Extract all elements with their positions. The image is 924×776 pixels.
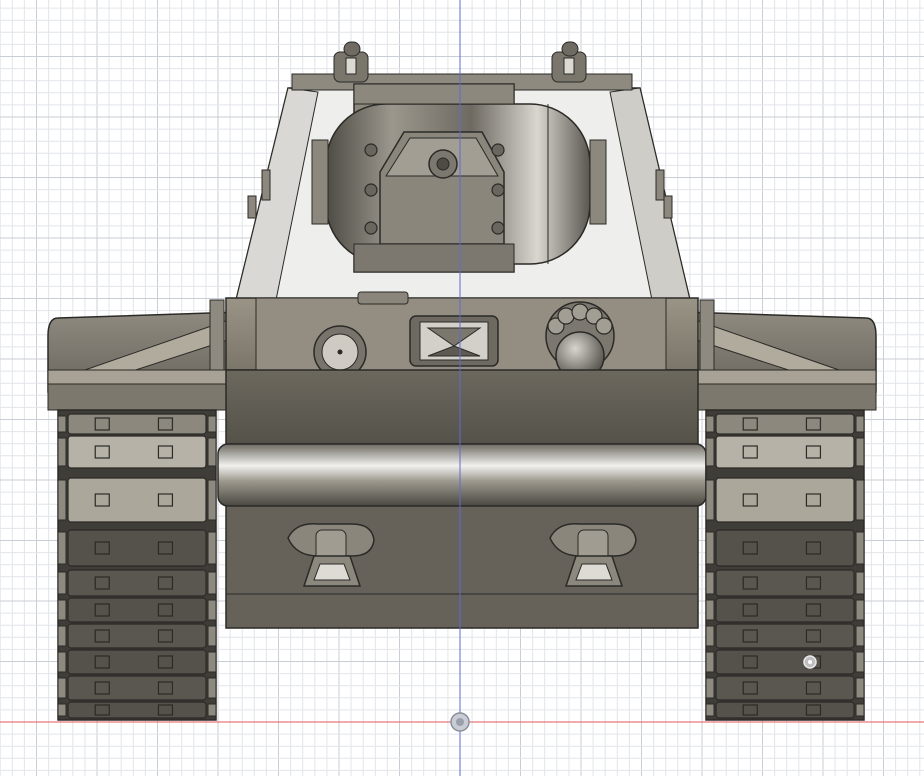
track-link [67, 649, 207, 675]
left-track[interactable] [57, 409, 217, 721]
track-link [715, 529, 855, 567]
pivot-point-icon[interactable] [803, 655, 817, 669]
left-fender[interactable] [47, 299, 245, 411]
track-link [67, 435, 207, 469]
track-link [67, 529, 207, 567]
track-link [715, 649, 855, 675]
track-link [715, 701, 855, 719]
front-beam[interactable] [217, 443, 707, 507]
track-link [715, 623, 855, 649]
right-track[interactable] [705, 409, 865, 721]
driver-visor[interactable] [409, 315, 499, 367]
track-link [67, 413, 207, 435]
track-link [67, 675, 207, 701]
track-link [715, 435, 855, 469]
right-fender[interactable] [679, 299, 877, 411]
track-link [67, 701, 207, 719]
viewport-canvas[interactable] [0, 0, 924, 776]
track-link [67, 623, 207, 649]
track-link [715, 675, 855, 701]
track-link [67, 597, 207, 623]
track-link [67, 569, 207, 597]
design-viewport[interactable] [0, 0, 924, 776]
track-link [715, 413, 855, 435]
track-link [715, 597, 855, 623]
gun-mantlet[interactable] [311, 83, 607, 273]
track-link [715, 569, 855, 597]
track-link [715, 477, 855, 523]
track-link [67, 477, 207, 523]
origin-icon[interactable] [450, 712, 470, 732]
